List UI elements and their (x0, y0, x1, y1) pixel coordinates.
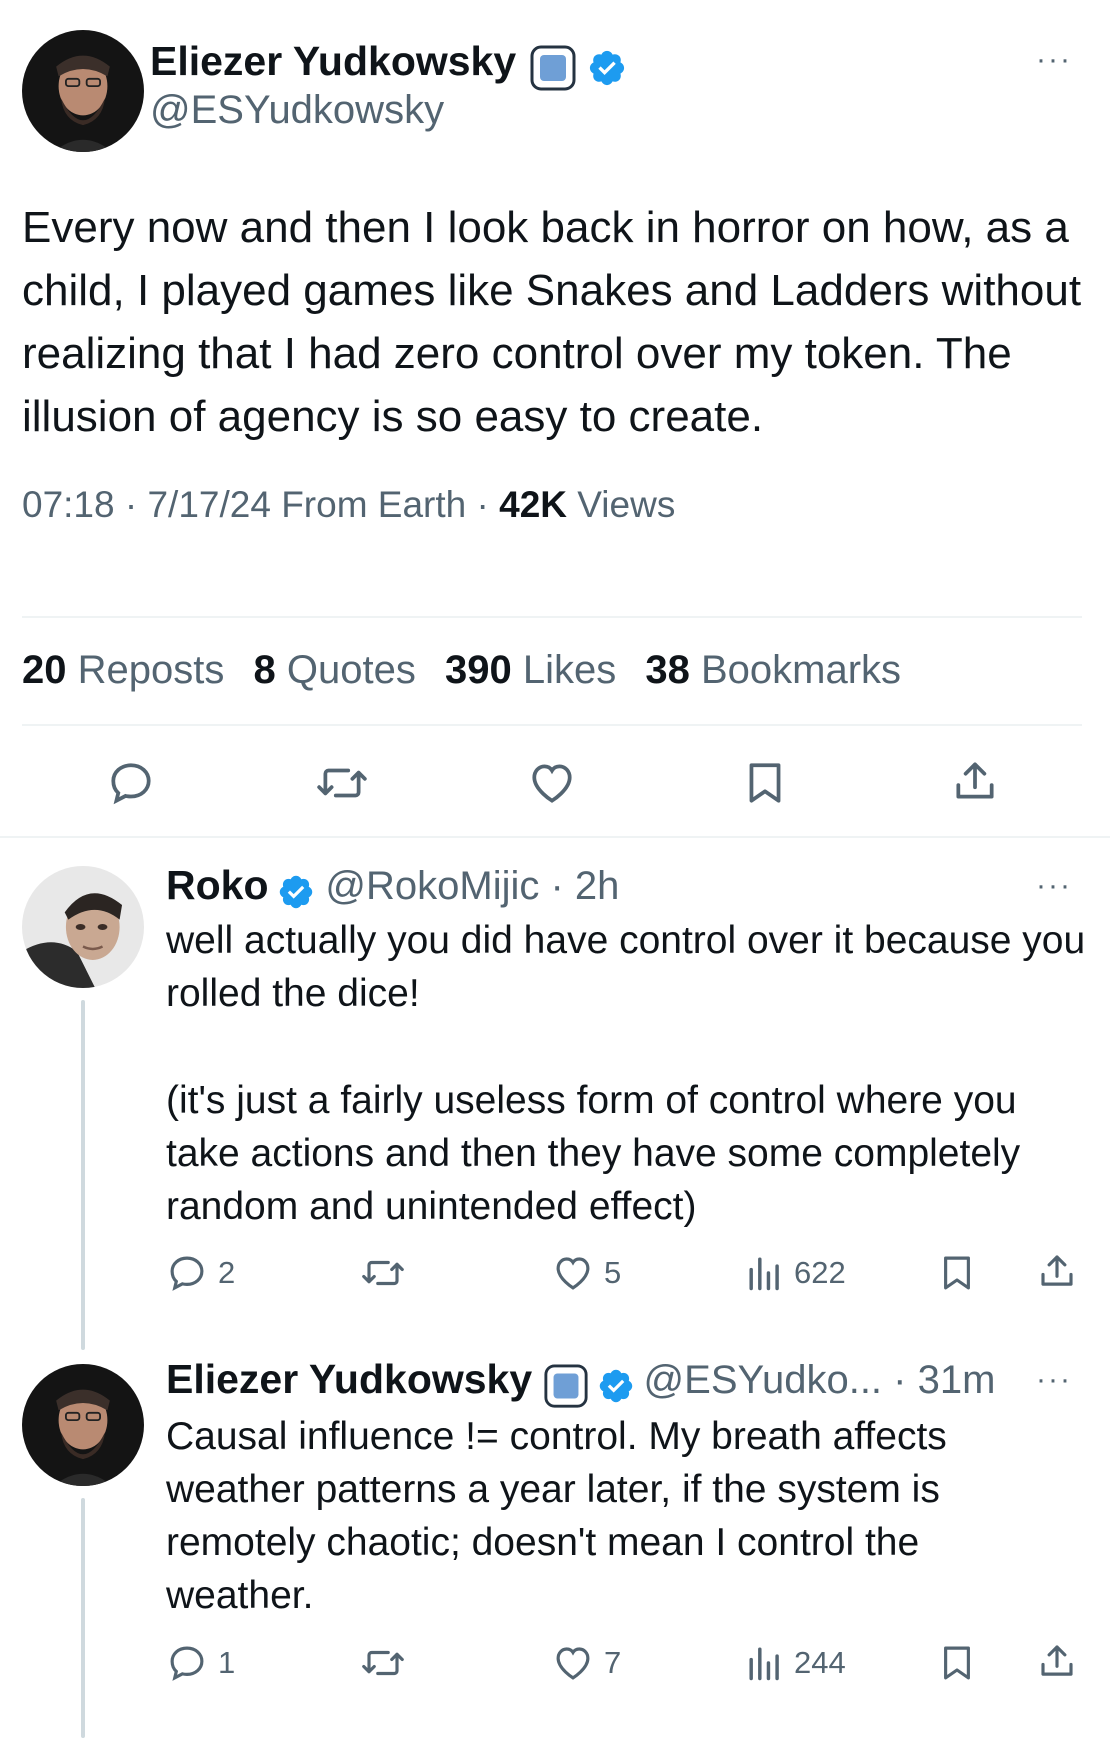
views-icon (749, 1647, 779, 1681)
reply-1-text-p1: well actually you did have control over … (166, 919, 1086, 1015)
verified-badge-icon[interactable] (597, 1367, 635, 1410)
bookmark-button[interactable] (740, 758, 790, 808)
bookmark-button[interactable] (936, 1252, 978, 1294)
thread-connector-line (81, 1000, 85, 1350)
like-count: 5 (604, 1255, 622, 1290)
likes-stat[interactable]: 390 Likes (445, 648, 616, 692)
quotes-stat[interactable]: 8 Quotes (254, 648, 416, 692)
reply-button[interactable] (106, 758, 156, 808)
thread-connector-line (81, 1498, 85, 1738)
repost-icon (362, 1260, 404, 1286)
views-button[interactable]: 622 (746, 1252, 846, 1294)
like-count: 7 (604, 1645, 622, 1680)
reply-icon (170, 1646, 204, 1681)
like-icon (556, 1647, 590, 1680)
bookmark-button[interactable] (936, 1642, 978, 1684)
more-icon[interactable]: ··· (1036, 1365, 1072, 1395)
reply-2-handle-time[interactable]: @ESYudko... · 31m (644, 1358, 996, 1402)
main-tweet-text: Every now and then I look back in horror… (22, 203, 1082, 441)
bookmarks-stat[interactable]: 38 Bookmarks (645, 648, 901, 692)
reply-1-author-name[interactable]: Roko (166, 862, 269, 908)
avatar-eliezer[interactable] (22, 1364, 144, 1486)
share-button[interactable] (950, 756, 1000, 806)
views-label: Views (567, 484, 676, 525)
share-button[interactable] (1036, 1640, 1078, 1682)
reply-count: 2 (218, 1255, 236, 1290)
avatar-eliezer[interactable] (22, 30, 144, 152)
main-author-name[interactable]: Eliezer Yudkowsky (150, 38, 516, 84)
bookmark-icon (749, 763, 781, 803)
more-icon[interactable]: ··· (1036, 45, 1072, 75)
bookmark-icon (944, 1646, 970, 1680)
views-count: 622 (794, 1255, 846, 1290)
divider (0, 836, 1110, 838)
reply-2-header: Eliezer Yudkowsky @ESYudko... · 31m (166, 1356, 995, 1414)
share-icon (1041, 1255, 1073, 1286)
reply-button[interactable]: 1 (166, 1642, 235, 1684)
reply-icon (111, 763, 151, 805)
reply-1-header: Roko @RokoMijic · 2h (166, 862, 619, 916)
more-icon[interactable]: ··· (1036, 871, 1072, 901)
like-button[interactable]: 5 (552, 1252, 621, 1294)
reply-2-author-name[interactable]: Eliezer Yudkowsky (166, 1356, 532, 1402)
reply-2-text: Causal influence != control. My breath a… (166, 1415, 947, 1617)
reply-1-handle-time[interactable]: @RokoMijic · 2h (325, 864, 619, 908)
divider (22, 724, 1082, 726)
reposts-stat[interactable]: 20 Reposts (22, 648, 224, 692)
verified-badge-icon[interactable] (277, 873, 315, 916)
main-tweet-meta: 07:18 · 7/17/24 From Earth · 42K Views (22, 484, 675, 526)
reply-button[interactable]: 2 (166, 1252, 235, 1294)
bookmark-icon (944, 1256, 970, 1290)
repost-icon (362, 1650, 404, 1676)
views-count: 244 (794, 1645, 846, 1680)
reply-icon (170, 1256, 204, 1291)
avatar-roko[interactable] (22, 866, 144, 988)
share-icon (1041, 1645, 1073, 1676)
verified-badge-icon[interactable] (587, 48, 627, 93)
share-icon (956, 762, 994, 799)
reply-count: 1 (218, 1645, 236, 1680)
affiliate-badge-icon[interactable] (543, 1363, 589, 1414)
repost-button[interactable] (360, 1252, 406, 1294)
tweet-timestamp[interactable]: 07:18 · 7/17/24 From Earth · (22, 484, 499, 525)
reply-1-text-p2: (it's just a fairly useless form of cont… (166, 1079, 1021, 1228)
engagement-stats: 20 Reposts 8 Quotes 390 Likes 38 Bookmar… (22, 648, 919, 693)
share-button[interactable] (1036, 1250, 1078, 1292)
repost-button[interactable] (315, 758, 369, 808)
divider (22, 616, 1082, 618)
like-icon (556, 1257, 590, 1290)
views-count: 42K (499, 484, 568, 525)
views-icon (749, 1257, 779, 1291)
like-button[interactable] (527, 758, 577, 808)
main-author-handle[interactable]: @ESYudkowsky (150, 88, 444, 133)
repost-button[interactable] (360, 1642, 406, 1684)
repost-icon (317, 768, 367, 798)
like-button[interactable]: 7 (552, 1642, 621, 1684)
views-button[interactable]: 244 (746, 1642, 846, 1684)
affiliate-badge-icon[interactable] (529, 44, 577, 97)
like-icon (532, 764, 572, 803)
